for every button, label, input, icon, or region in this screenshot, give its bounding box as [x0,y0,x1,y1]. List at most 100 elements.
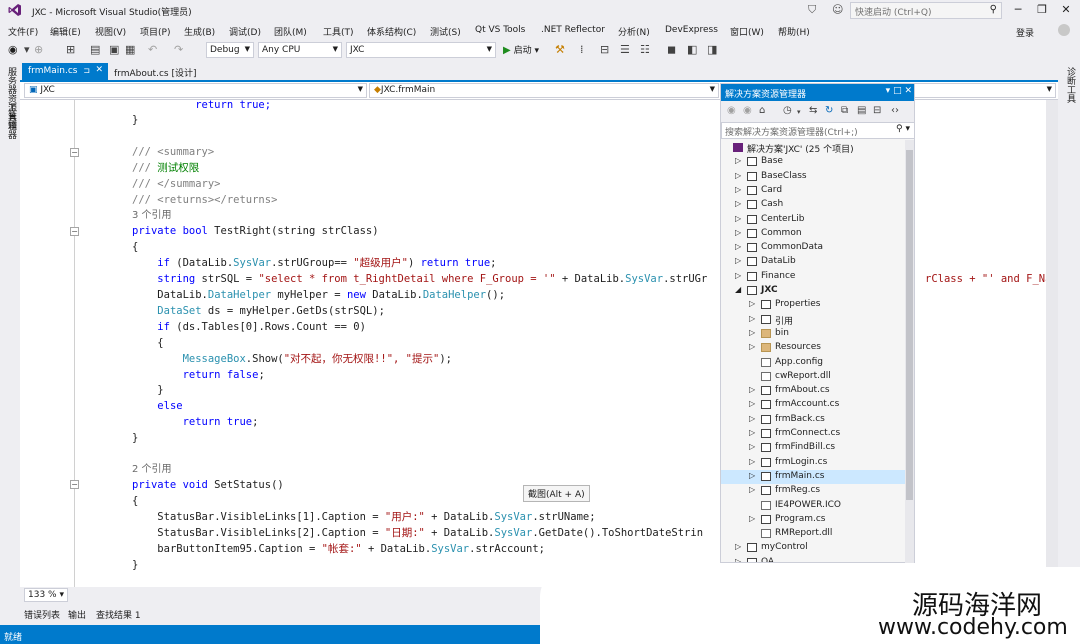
tree-scroll-thumb[interactable] [906,150,913,500]
tree-item[interactable]: ▷ Common [721,227,906,241]
breakpoint-icon[interactable]: ⁞ [580,43,584,56]
menu-project[interactable]: 项目(P) [140,25,170,38]
project-nav-select[interactable]: ▣ JXC ▼ [24,83,367,98]
expand-arrow-icon[interactable]: ▷ [749,342,755,351]
outdent-icon[interactable]: ☷ [640,43,650,56]
expand-arrow-icon[interactable]: ▷ [735,557,741,562]
expand-arrow-icon[interactable]: ▷ [735,542,741,551]
bookmark-icon[interactable]: ◼ [667,43,676,56]
tree-item[interactable]: ▷ Properties [721,298,906,312]
expand-arrow-icon[interactable]: ▷ [735,228,741,237]
save-all-icon[interactable]: ▦ [125,43,135,56]
menu-view[interactable]: 视图(V) [95,25,126,38]
tree-item[interactable]: ▷ frmAbout.cs [721,384,906,398]
expand-arrow-icon[interactable]: ▷ [749,471,755,480]
back-icon[interactable]: ◉ [727,105,736,116]
expand-arrow-icon[interactable]: ▷ [749,299,755,308]
quick-launch-input[interactable]: 快速启动 (Ctrl+Q) ⚲ [850,2,1002,19]
indent-icon[interactable]: ☰ [620,43,630,56]
expand-arrow-icon[interactable]: ▷ [735,185,741,194]
startup-project-select[interactable]: JXC ▼ [346,42,496,58]
tree-item[interactable]: ▷ BaseClass [721,170,906,184]
show-all-files-icon[interactable]: ▤ [857,105,866,116]
expand-arrow-icon[interactable]: ▷ [749,485,755,494]
window-position-icon[interactable]: ▾ [886,86,891,96]
tree-item[interactable]: ▷ frmReg.cs [721,484,906,498]
sync-icon[interactable]: ⇆ [809,105,817,116]
tree-item[interactable]: ▷ 引用 [721,313,906,327]
refresh-icon[interactable]: ↻ [825,105,833,116]
solution-explorer-search-input[interactable]: 搜索解决方案资源管理器(Ctrl+;) ⚲ ▾ [721,122,914,139]
tree-item[interactable]: ▷ Cash [721,198,906,212]
collapse-all-icon[interactable]: ⧉ [841,105,848,116]
tree-item[interactable]: ▷ DataLib [721,255,906,269]
tree-item[interactable]: App.config [721,356,906,370]
menu-test[interactable]: 测试(S) [430,25,461,38]
home-icon[interactable]: ⌂ [759,105,765,116]
menu-analyze[interactable]: 分析(N) [618,25,650,38]
undo-icon[interactable]: ↶ [148,43,157,56]
expand-arrow-icon[interactable]: ▷ [735,256,741,265]
tree-item[interactable]: RMReport.dll [721,527,906,541]
filter-icon[interactable]: ⛉ [808,3,816,17]
tree-item[interactable]: ▷ CommonData [721,241,906,255]
tab-frmmain-cs[interactable]: frmMain.cs ⊐ ✕ [22,63,108,80]
dropdown-arrow-icon[interactable]: ▾ [24,43,30,56]
collapse-arrow-icon[interactable]: ◢ [735,285,741,294]
search-icon[interactable]: ⚲ ▾ [896,124,910,134]
menu-build[interactable]: 生成(B) [184,25,215,38]
tree-item[interactable]: cwReport.dll [721,370,906,384]
collapse-icon[interactable]: − [70,148,79,157]
collapse-icon[interactable]: − [70,480,79,489]
comment-icon[interactable]: ⊟ [600,43,609,56]
tab-output[interactable]: 输出 [68,608,86,621]
reference-count-link[interactable]: 3 个引用 [132,210,172,221]
tab-error-list[interactable]: 错误列表 [24,608,60,621]
search-icon[interactable]: ⚲ [990,4,997,15]
tree-item[interactable]: ▷ myControl [721,541,906,555]
pin-icon[interactable]: ⊐ [83,66,90,75]
view-code-icon[interactable]: ‹› [891,105,899,116]
maximize-icon[interactable]: □ [893,86,902,96]
tree-item[interactable]: ▷ frmFindBill.cs [721,441,906,455]
tree-item[interactable]: ▷ Card [721,184,906,198]
menu-team[interactable]: 团队(M) [274,25,307,38]
tree-item[interactable]: ▷ frmMain.cs [721,469,906,484]
expand-arrow-icon[interactable]: ▷ [749,399,755,408]
expand-arrow-icon[interactable]: ▷ [749,414,755,423]
tree-item[interactable]: 解决方案'JXC' (25 个项目) [721,141,906,155]
navigate-forward-icon[interactable]: ⊕ [34,43,43,56]
close-icon[interactable]: ✕ [904,86,912,96]
minimize-button[interactable]: ─ [1010,3,1026,16]
expand-arrow-icon[interactable]: ▷ [735,156,741,165]
tree-item[interactable]: ▷ Finance [721,270,906,284]
tree-item[interactable]: ▷ CenterLib [721,213,906,227]
type-nav-select[interactable]: ◆JXC.frmMain ▼ [369,83,719,98]
close-button[interactable]: ✕ [1058,3,1074,16]
tree-item[interactable]: ▷ frmLogin.cs [721,456,906,470]
expand-arrow-icon[interactable]: ▷ [749,314,755,323]
tree-item[interactable]: ▷ frmAccount.cs [721,398,906,412]
menu-net-reflector[interactable]: .NET Reflector [541,25,605,35]
diagnostic-tools-tab[interactable]: 诊断工具 [1064,67,1077,103]
solution-platform-select[interactable]: Any CPU ▼ [258,42,342,58]
menu-window[interactable]: 窗口(W) [730,25,764,38]
tree-item[interactable]: ◢ JXC [721,284,906,298]
expand-arrow-icon[interactable]: ▷ [735,271,741,280]
zoom-select[interactable]: 133 % ▾ [24,588,68,602]
tree-item[interactable]: ▷ bin [721,327,906,341]
menu-qt-vs-tools[interactable]: Qt VS Tools [475,25,525,35]
expand-arrow-icon[interactable]: ▷ [735,171,741,180]
properties-icon[interactable]: ⊟ [873,105,881,116]
tree-item[interactable]: ▷ Resources [721,341,906,355]
tab-frmabout-designer[interactable]: frmAbout.cs [设计] [108,63,224,80]
editor-vertical-scrollbar[interactable] [1046,100,1058,587]
expand-arrow-icon[interactable]: ▷ [749,442,755,451]
new-project-icon[interactable]: ⊞ [66,43,75,56]
expand-arrow-icon[interactable]: ▷ [749,328,755,337]
menu-help[interactable]: 帮助(H) [778,25,810,38]
expand-arrow-icon[interactable]: ▷ [749,428,755,437]
open-file-icon[interactable]: ▤ [90,43,100,56]
menu-edit[interactable]: 编辑(E) [50,25,81,38]
menu-architecture[interactable]: 体系结构(C) [367,25,416,38]
